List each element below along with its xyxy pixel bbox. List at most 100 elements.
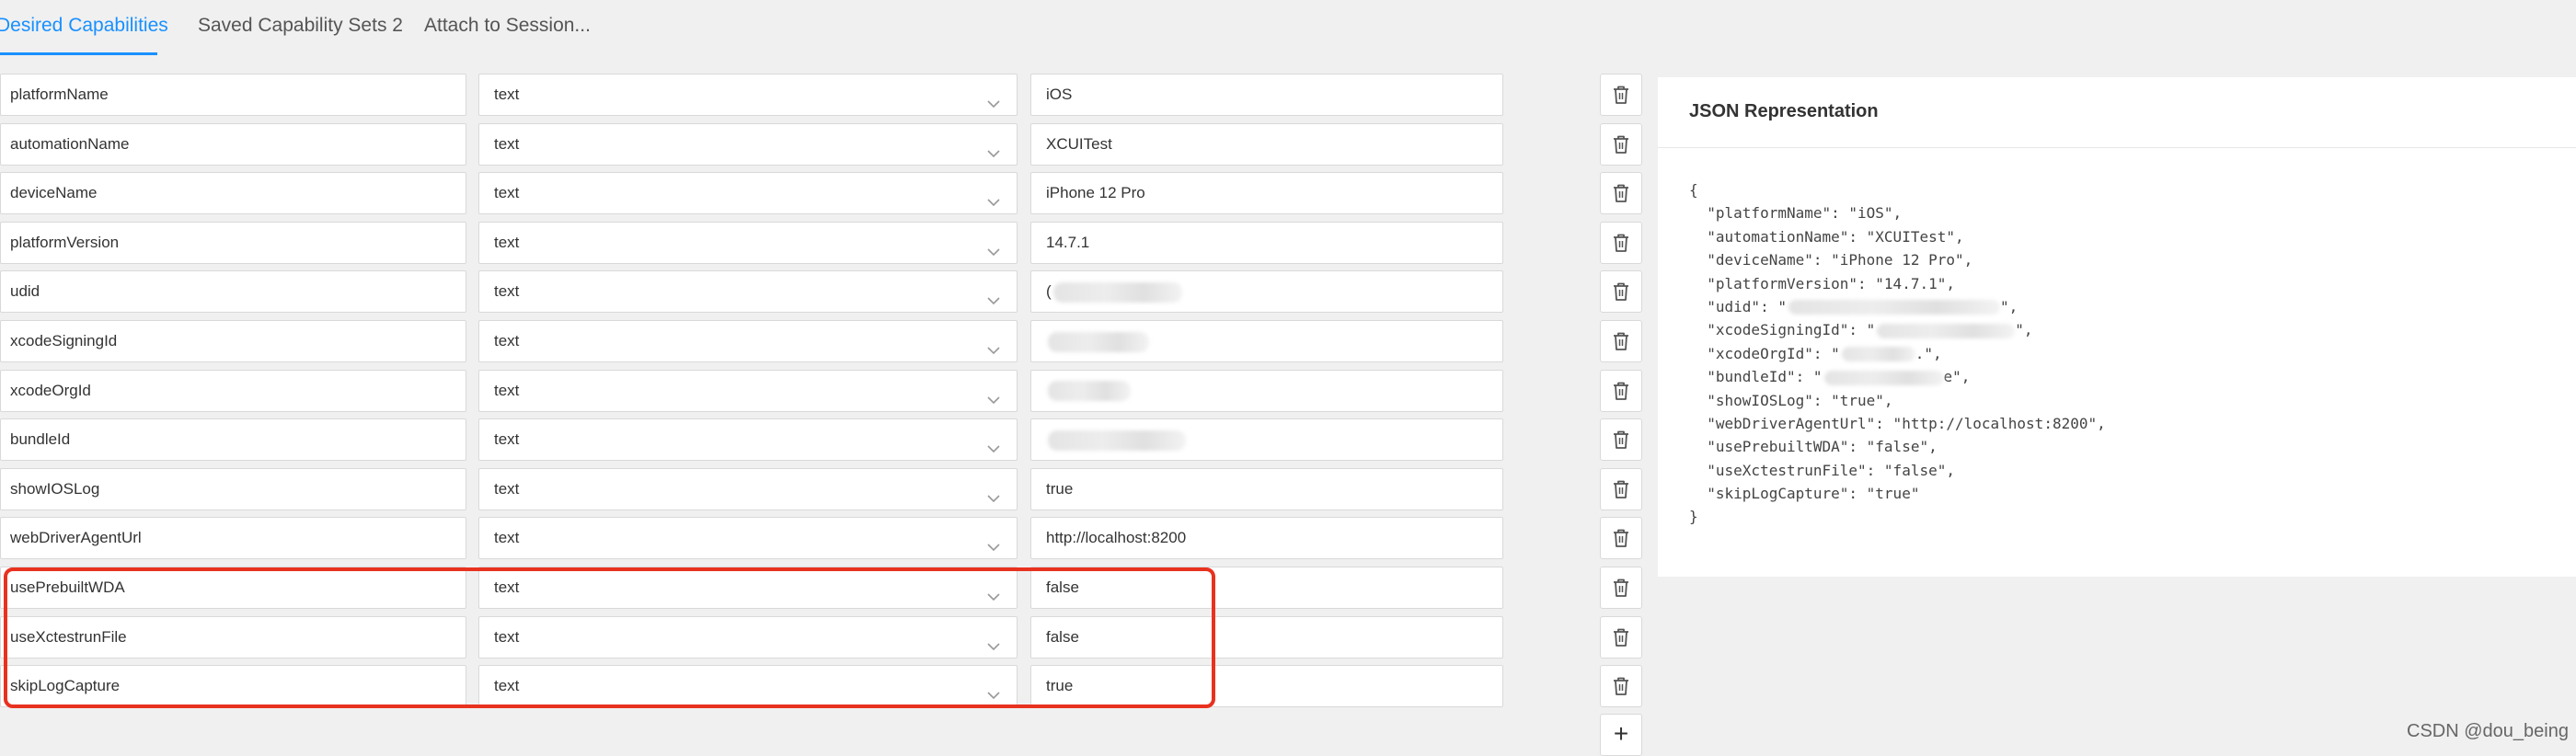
json-line: "useXctestrunFile": "false", [1689,459,2106,482]
capability-row: useXctestrunFile text false [0,615,1656,660]
capability-value-input[interactable]: false [1030,567,1503,609]
capability-row: xcodeSigningId text [0,320,1656,364]
capability-value-input[interactable] [1030,320,1503,362]
capability-value-input[interactable]: true [1030,665,1503,708]
chevron-down-icon [985,137,1002,157]
delete-capability-button[interactable] [1600,122,1642,166]
json-line-text: "platformVersion": "14.7.1", [1689,274,1955,292]
capability-type-select[interactable]: text [478,74,1018,116]
capability-name-input[interactable]: deviceName [0,172,466,215]
json-line: "deviceName": "iPhone 12 Pro", [1689,248,2106,271]
delete-capability-button[interactable] [1600,74,1642,116]
capability-name-input[interactable]: webDriverAgentUrl [0,517,466,560]
delete-capability-button[interactable] [1600,369,1642,412]
capability-type-value: text [494,282,520,301]
delete-capability-button[interactable] [1600,172,1642,215]
json-line-text: "udid": " [1689,297,1787,315]
capability-name-input[interactable]: platformName [0,74,466,116]
watermark: CSDN @dou_being [2407,721,2569,741]
tab-saved-capability-sets[interactable]: Saved Capability Sets 2 [198,15,403,37]
capability-value-input[interactable] [1030,369,1503,412]
redacted-value-blur [1048,381,1131,402]
delete-capability-button[interactable] [1600,615,1642,659]
json-line-text: "xcodeSigningId": " [1689,321,1876,339]
capability-value-text: ( [1046,282,1052,301]
json-representation-panel: JSON Representation { "platformName": "i… [1658,77,2576,577]
capability-name-input[interactable]: skipLogCapture [0,665,466,708]
redacted-value-blur [1823,370,1944,385]
capability-type-select[interactable]: text [478,369,1018,412]
capability-value-input[interactable]: false [1030,615,1503,659]
capability-value-input[interactable]: iPhone 12 Pro [1030,172,1503,215]
delete-capability-button[interactable] [1600,467,1642,510]
capability-value-input[interactable]: http://localhost:8200 [1030,517,1503,560]
capability-value-input[interactable]: XCUITest [1030,122,1503,166]
capability-type-select[interactable]: text [478,418,1018,462]
chevron-down-icon [985,284,1002,305]
chevron-down-icon [985,432,1002,453]
capability-name-input[interactable]: xcodeOrgId [0,369,466,412]
delete-capability-button[interactable] [1600,418,1642,462]
chevron-down-icon [985,235,1002,256]
json-line: "platformVersion": "14.7.1", [1689,272,2106,295]
capability-row: webDriverAgentUrl text http://localhost:82… [0,517,1656,561]
capability-name-input[interactable]: bundleId [0,418,466,462]
delete-capability-button[interactable] [1600,320,1642,362]
capability-type-select[interactable]: text [478,270,1018,314]
delete-capability-button[interactable] [1600,665,1642,708]
chevron-down-icon [985,384,1002,404]
delete-capability-button[interactable] [1600,221,1642,264]
capability-type-select[interactable]: text [478,221,1018,264]
capability-value-input[interactable] [1030,418,1503,462]
capability-value-text: true [1046,677,1074,695]
capability-value-text: iOS [1046,86,1073,103]
capability-type-value: text [494,381,520,399]
capability-name-input[interactable]: udid [0,270,466,314]
capability-type-select[interactable]: text [478,467,1018,510]
capability-name-input[interactable]: automationName [0,122,466,166]
capability-type-select[interactable]: text [478,567,1018,609]
capability-type-value: text [494,430,520,449]
delete-capability-button[interactable] [1600,567,1642,609]
capability-type-select[interactable]: text [478,122,1018,166]
json-line: "xcodeOrgId": " .", [1689,342,2106,365]
chevron-down-icon [985,186,1002,207]
capability-value-text: iPhone 12 Pro [1046,184,1145,202]
capability-value-text: XCUITest [1046,134,1112,153]
capability-value-text: 14.7.1 [1046,233,1090,251]
capability-value-input[interactable]: 14.7.1 [1030,221,1503,264]
capability-value-input[interactable]: ( [1030,270,1503,314]
capability-row: bundleId text [0,418,1656,463]
redacted-value-blur [1877,323,2016,338]
capability-row: automationName text XCUITest [0,122,1656,167]
json-line-text: "automationName": "XCUITest", [1689,227,1964,246]
capability-type-select[interactable]: text [478,665,1018,708]
capability-type-value: text [494,184,520,202]
delete-capability-button[interactable] [1600,270,1642,314]
capability-name-input[interactable]: showIOSLog [0,467,466,510]
redacted-value-blur [1052,281,1182,303]
capability-value-input[interactable]: true [1030,467,1503,510]
delete-capability-button[interactable] [1600,517,1642,560]
capability-row: deviceName text iPhone 12 Pro [0,172,1656,216]
capability-name-input[interactable]: platformVersion [0,221,466,264]
capability-name-input[interactable]: xcodeSigningId [0,320,466,362]
capability-value-input[interactable]: iOS [1030,74,1503,116]
capability-name-input[interactable]: usePrebuiltWDA [0,567,466,609]
capability-type-value: text [494,627,520,646]
json-line-text: "useXctestrunFile": "false", [1689,461,1955,479]
capability-value-text: true [1046,479,1074,498]
json-line: "xcodeSigningId": " ", [1689,318,2106,341]
json-line-text: "xcodeOrgId": " [1689,344,1840,362]
add-capability-button[interactable]: + [1600,714,1642,756]
json-line: "skipLogCapture": "true" [1689,482,2106,505]
capability-type-select[interactable]: text [478,517,1018,560]
capability-type-select[interactable]: text [478,172,1018,215]
capability-name-input[interactable]: useXctestrunFile [0,615,466,659]
capability-type-select[interactable]: text [478,615,1018,659]
tab-attach-to-session[interactable]: Attach to Session... [424,15,591,37]
tab-desired-capabilities[interactable]: Desired Capabilities [0,15,168,37]
chevron-down-icon [985,334,1002,355]
capability-type-value: text [494,134,520,153]
capability-type-select[interactable]: text [478,320,1018,362]
